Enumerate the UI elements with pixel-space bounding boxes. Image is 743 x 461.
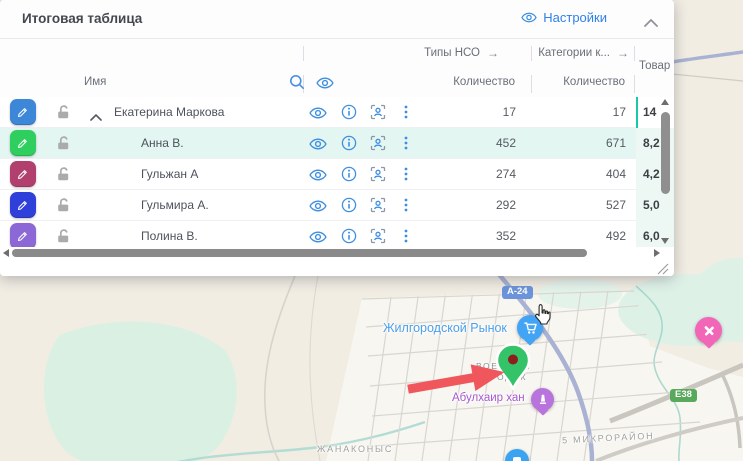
arrow-right-icon: → — [487, 46, 499, 60]
info-icon[interactable] — [341, 166, 357, 187]
row-name: Гульмира А. — [141, 190, 209, 220]
cursor-pointer-icon — [532, 303, 554, 327]
tools-icon — [702, 324, 716, 338]
info-icon[interactable] — [341, 135, 357, 156]
eye-icon[interactable] — [309, 230, 327, 248]
eye-icon[interactable] — [309, 137, 327, 155]
more-menu-icon[interactable] — [404, 167, 408, 186]
more-menu-icon[interactable] — [404, 136, 408, 155]
horizontal-scroll-thumb[interactable] — [12, 249, 587, 257]
monument-icon — [537, 393, 549, 406]
scan-icon[interactable] — [370, 166, 386, 187]
pencil-icon — [16, 198, 30, 212]
collapse-panel-icon[interactable] — [644, 14, 658, 32]
monument-poi-marker[interactable] — [531, 388, 554, 411]
vertical-scroll-thumb[interactable] — [661, 112, 670, 194]
info-icon[interactable] — [341, 197, 357, 218]
eye-icon[interactable] — [309, 106, 327, 124]
row-name: Анна В. — [141, 128, 184, 158]
column-header-quantity-2[interactable]: Количество — [563, 76, 625, 88]
panel-title: Итоговая таблица — [22, 11, 142, 26]
app-screen: Жилгородской Рынок ВОЕННЫЙ ГОРОДОК Абулх… — [0, 0, 743, 461]
road-shield-a24: А-24 — [502, 286, 533, 299]
map-label-market: Жилгородской Рынок — [383, 321, 507, 335]
scroll-up-arrow[interactable] — [661, 99, 669, 105]
edit-button[interactable] — [10, 192, 36, 218]
eye-column-icon[interactable] — [316, 77, 334, 92]
services-poi-marker[interactable] — [695, 317, 722, 344]
pencil-icon — [16, 229, 30, 243]
row-name: Гульжан А — [141, 159, 198, 189]
scroll-right-arrow[interactable] — [654, 249, 660, 257]
table-row[interactable]: Екатерина Маркова 17 17 14 — [0, 97, 674, 128]
pencil-icon — [16, 105, 30, 119]
table-body: Екатерина Маркова 17 17 14 Анна В. — [0, 97, 674, 252]
summary-table-panel: Итоговая таблица Настройки Типы НСО → Ка… — [0, 0, 674, 276]
scan-icon[interactable] — [370, 228, 386, 249]
pencil-icon — [16, 167, 30, 181]
column-header-tovar[interactable]: Товар — [639, 60, 670, 72]
poi-glyph-icon — [512, 456, 522, 461]
quantity-value: 452 — [416, 128, 516, 158]
quantity-value: 274 — [416, 159, 516, 189]
quantity-value: 17 — [536, 97, 626, 127]
edit-button[interactable] — [10, 161, 36, 187]
column-group-nso-types[interactable]: Типы НСО → — [424, 46, 499, 60]
lock-open-icon[interactable] — [55, 197, 71, 218]
quantity-value: 17 — [416, 97, 516, 127]
settings-label: Настройки — [543, 10, 607, 25]
arrow-right-icon: → — [617, 46, 629, 60]
lock-open-icon[interactable] — [55, 104, 71, 125]
panel-titlebar: Итоговая таблица Настройки — [0, 0, 674, 39]
panel-footer — [0, 259, 674, 276]
table-row[interactable]: Анна В. 452 671 8,2 — [0, 128, 674, 159]
scan-icon[interactable] — [370, 135, 386, 156]
info-icon[interactable] — [341, 228, 357, 249]
table-row[interactable]: Гульмира А. 292 527 5,0 — [0, 190, 674, 221]
scroll-left-arrow[interactable] — [3, 249, 9, 257]
resize-handle-icon[interactable] — [655, 261, 669, 276]
info-icon[interactable] — [341, 104, 357, 125]
settings-button[interactable]: Настройки — [521, 10, 607, 25]
quantity-value: 292 — [416, 190, 516, 220]
edit-button[interactable] — [10, 130, 36, 156]
more-menu-icon[interactable] — [404, 105, 408, 124]
vertical-scrollbar[interactable] — [660, 98, 671, 246]
table-row[interactable]: Гульжан А 274 404 4,2 — [0, 159, 674, 190]
search-icon[interactable] — [289, 74, 305, 93]
lock-open-icon[interactable] — [55, 135, 71, 156]
column-group-categories[interactable]: Категории к... → — [538, 46, 629, 60]
more-menu-icon[interactable] — [404, 229, 408, 248]
table-header: Типы НСО → Категории к... → Товар Имя Ко… — [0, 39, 674, 98]
quantity-value: 404 — [536, 159, 626, 189]
edit-button[interactable] — [10, 223, 36, 249]
lock-open-icon[interactable] — [55, 166, 71, 187]
scan-icon[interactable] — [370, 104, 386, 125]
scroll-down-arrow[interactable] — [661, 238, 669, 244]
eye-icon — [521, 12, 537, 23]
collapse-row-icon[interactable] — [90, 108, 102, 126]
column-header-quantity-1[interactable]: Количество — [453, 76, 515, 88]
pencil-icon — [16, 136, 30, 150]
annotation-arrow — [403, 356, 511, 402]
road-shield-e38: Е38 — [670, 389, 697, 402]
lock-open-icon[interactable] — [55, 228, 71, 249]
row-name: Екатерина Маркова — [114, 97, 224, 127]
scan-icon[interactable] — [370, 197, 386, 218]
edit-button[interactable] — [10, 99, 36, 125]
map-label-zhanakonys: ЖАНАКОНЫС — [317, 444, 393, 454]
column-header-name[interactable]: Имя — [84, 76, 106, 88]
eye-icon[interactable] — [309, 168, 327, 186]
quantity-value: 671 — [536, 128, 626, 158]
quantity-value: 527 — [536, 190, 626, 220]
eye-icon[interactable] — [309, 199, 327, 217]
more-menu-icon[interactable] — [404, 198, 408, 217]
